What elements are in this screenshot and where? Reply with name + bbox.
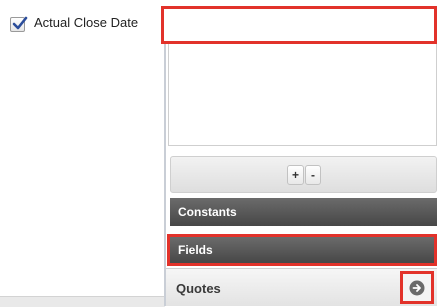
footer-divider — [0, 296, 165, 307]
arrow-right-circle-icon — [409, 280, 425, 296]
actual-close-date-checkbox[interactable] — [10, 16, 28, 32]
add-button[interactable]: + — [287, 165, 304, 185]
formula-text-area[interactable] — [168, 44, 437, 146]
remove-button[interactable]: - — [305, 165, 321, 185]
list-item-label: Quotes — [176, 281, 221, 296]
formula-button-bar: + - — [170, 156, 437, 193]
formula-input[interactable] — [161, 6, 437, 44]
list-item-quotes[interactable]: Quotes — [166, 268, 437, 306]
panel-divider — [164, 44, 166, 306]
expand-quotes-button[interactable] — [400, 271, 434, 304]
actual-close-date-label: Actual Close Date — [34, 15, 139, 30]
checkmark-icon — [12, 16, 28, 30]
constants-section-header[interactable]: Constants — [170, 198, 437, 226]
fields-section-header[interactable]: Fields — [167, 234, 437, 266]
